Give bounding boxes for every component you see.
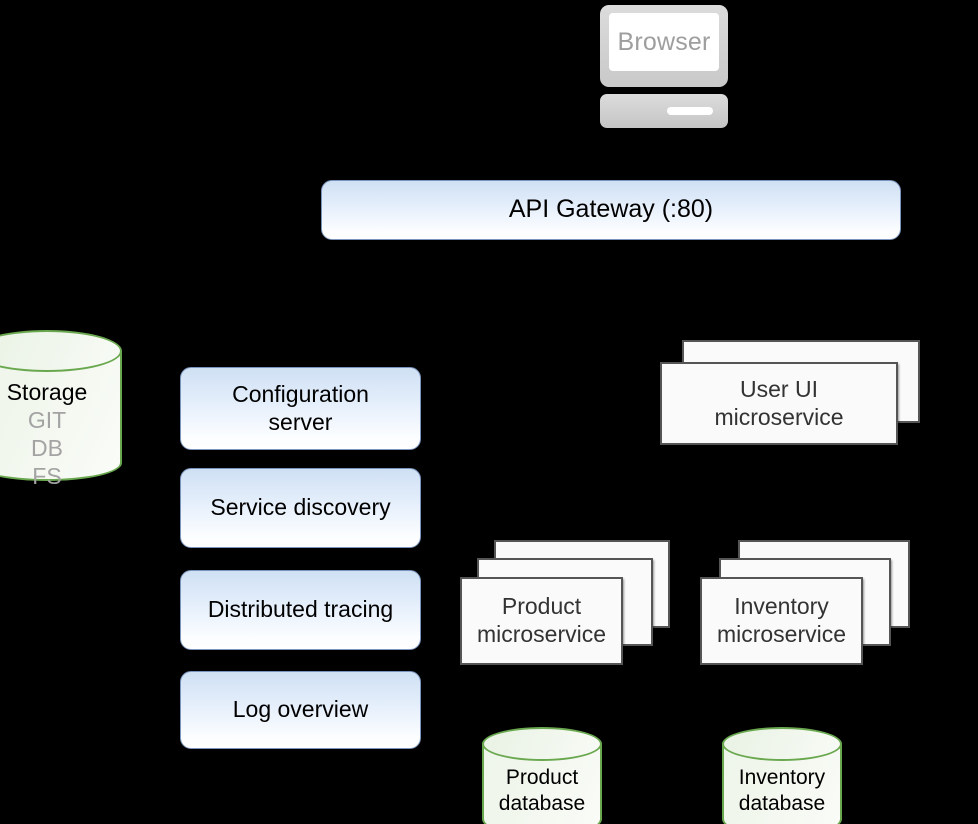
browser-label: Browser xyxy=(617,27,711,56)
product-db-line2: database xyxy=(498,791,586,815)
storage-node: Storage GIT DB FS xyxy=(0,330,122,489)
diagram-canvas: Browser API Gateway (:80) Storage GIT DB… xyxy=(0,0,978,824)
configuration-server-label: Configuration server xyxy=(232,381,369,435)
service-discovery-label: Service discovery xyxy=(210,494,391,521)
user-ui-instance-front[interactable]: User UI microservice xyxy=(660,362,898,445)
inventory-instance-front[interactable]: Inventory microservice xyxy=(700,577,863,665)
database-inventory: Inventory database xyxy=(722,727,842,824)
microservice-user-ui[interactable]: User UI microservice xyxy=(660,340,920,445)
storage-item-db: DB xyxy=(31,435,63,462)
storage-label-group: Storage GIT DB FS xyxy=(0,378,122,490)
user-ui-label: User UI microservice xyxy=(714,375,844,430)
platform-service-log-overview[interactable]: Log overview xyxy=(180,671,421,749)
trackpad-icon xyxy=(667,107,713,115)
distributed-tracing-label: Distributed tracing xyxy=(207,596,394,623)
inventory-db-line2: database xyxy=(738,791,826,815)
browser-base xyxy=(600,94,728,128)
microservice-inventory[interactable]: Inventory microservice xyxy=(700,540,910,665)
product-instance-front[interactable]: Product microservice xyxy=(460,577,623,665)
inventory-label: Inventory microservice xyxy=(716,593,847,647)
browser-viewport: Browser xyxy=(609,13,719,71)
product-db-cylinder-top xyxy=(482,727,602,761)
product-db-line1: Product xyxy=(505,766,579,789)
platform-service-configuration-server[interactable]: Configuration server xyxy=(180,367,421,450)
storage-item-git: GIT xyxy=(27,407,67,434)
database-product: Product database xyxy=(482,727,602,824)
browser-client-node: Browser xyxy=(600,5,728,128)
storage-label: Storage xyxy=(6,379,88,405)
platform-service-distributed-tracing[interactable]: Distributed tracing xyxy=(180,570,421,650)
api-gateway-label: API Gateway (:80) xyxy=(508,195,714,224)
api-gateway-node[interactable]: API Gateway (:80) xyxy=(321,180,901,240)
inventory-db-line1: Inventory xyxy=(738,766,826,789)
log-overview-label: Log overview xyxy=(232,696,369,723)
storage-item-fs: FS xyxy=(32,463,62,490)
platform-service-service-discovery[interactable]: Service discovery xyxy=(180,468,421,548)
monitor-icon: Browser xyxy=(600,5,728,87)
product-db-label: Product database xyxy=(482,765,602,816)
microservice-product[interactable]: Product microservice xyxy=(460,540,670,665)
product-label: Product microservice xyxy=(476,593,607,647)
inventory-db-label: Inventory database xyxy=(722,765,842,816)
inventory-db-cylinder-top xyxy=(722,727,842,761)
